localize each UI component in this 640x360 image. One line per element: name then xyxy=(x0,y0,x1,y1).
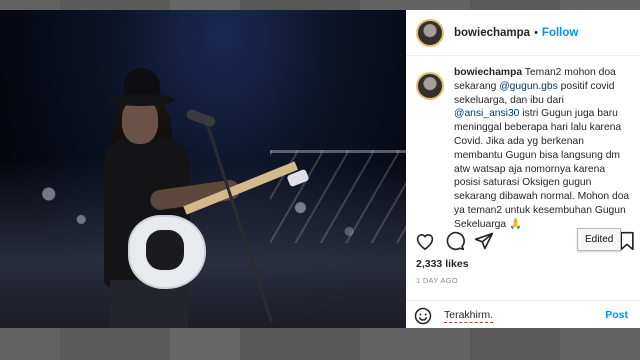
post-side-panel: bowiechampa • Follow bowiechampa Teman2 … xyxy=(406,10,640,328)
share-icon[interactable] xyxy=(473,230,495,252)
timestamp[interactable]: 1 DAY AGO xyxy=(416,276,458,285)
separator-dot: • xyxy=(534,26,538,39)
post-photo[interactable] xyxy=(0,10,406,328)
caption-username[interactable]: bowiechampa xyxy=(454,67,522,78)
emoji-icon[interactable] xyxy=(414,307,432,330)
microphone xyxy=(185,108,217,128)
mention-link[interactable]: @ansi_ansi30 xyxy=(454,108,519,119)
avatar[interactable] xyxy=(416,18,444,47)
follow-button[interactable]: Follow xyxy=(542,27,578,39)
post-header: bowiechampa • Follow xyxy=(406,10,640,56)
guitar-pickguard xyxy=(146,230,184,270)
likes-count[interactable]: 2,333 likes xyxy=(416,258,469,270)
performer-hat xyxy=(108,68,174,112)
post-button[interactable]: Post xyxy=(605,309,628,321)
edited-tooltip: Edited xyxy=(577,228,622,251)
comment-bar: Terakhirm. Post xyxy=(406,300,640,328)
caption-text: bowiechampa Teman2 mohon doa sekarang @g… xyxy=(454,66,630,236)
heart-icon[interactable] xyxy=(414,230,436,252)
caption: bowiechampa Teman2 mohon doa sekarang @g… xyxy=(406,66,640,236)
username-link[interactable]: bowiechampa xyxy=(454,27,530,39)
caption-text-part: istri Gugun juga baru meninggal beberapa… xyxy=(454,108,630,230)
caption-avatar[interactable] xyxy=(416,72,444,100)
comment-input[interactable]: Terakhirm. xyxy=(444,309,494,323)
mention-link[interactable]: @gugun.gbs xyxy=(499,81,558,92)
comment-icon[interactable] xyxy=(444,230,466,252)
